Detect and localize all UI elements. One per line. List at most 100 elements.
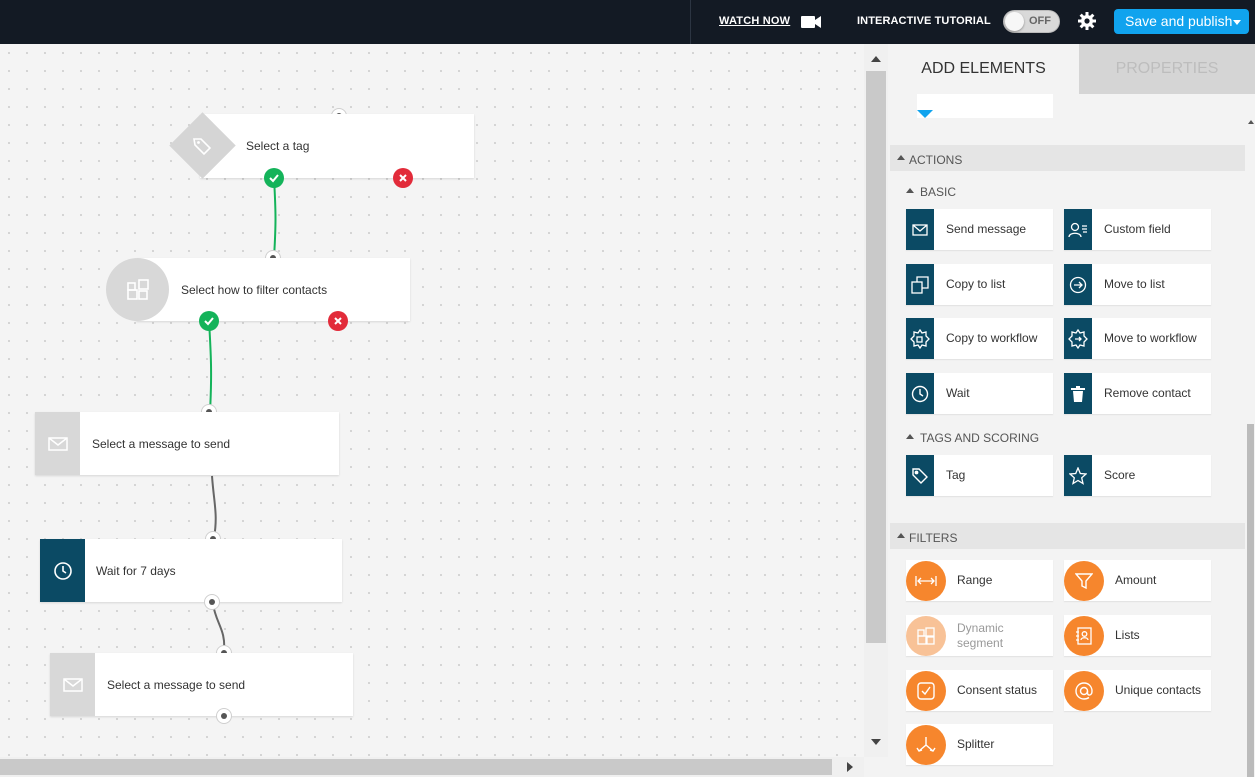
fail-x-icon[interactable] (393, 168, 413, 188)
watch-now-link[interactable]: WATCH NOW (719, 15, 790, 27)
item-label: Amount (1115, 573, 1157, 587)
item-range[interactable]: Range (906, 560, 1053, 601)
toggle-state-label: OFF (1029, 15, 1051, 27)
canvas-horizontal-scrollbar[interactable] (0, 757, 864, 777)
publish-label: Save and publish (1125, 13, 1233, 29)
connector-tag-filter (273, 177, 277, 259)
panel-tabs: ADD ELEMENTS PROPERTIES (888, 44, 1255, 94)
at-sign-icon (1064, 671, 1104, 711)
topbar-divider (690, 0, 691, 44)
item-label: Wait (946, 386, 970, 400)
item-label: Send message (946, 222, 1027, 236)
item-send-message[interactable]: Send message (906, 209, 1053, 250)
connector-filter-message (208, 320, 213, 413)
item-label: Unique contacts (1115, 683, 1202, 697)
item-unique-contacts[interactable]: Unique contacts (1064, 670, 1211, 711)
user-field-icon (1064, 209, 1092, 250)
item-label: Move to list (1104, 277, 1165, 291)
star-icon (1064, 455, 1092, 496)
panel-scrollbar-thumb[interactable] (1247, 424, 1254, 777)
item-label: Range (957, 573, 993, 587)
item-remove-contact[interactable]: Remove contact (1064, 373, 1211, 414)
workflow-gear-icon (1064, 318, 1092, 359)
item-label: Copy to workflow (946, 331, 1038, 345)
item-tag[interactable]: Tag (906, 455, 1053, 496)
section-actions[interactable]: ACTIONS (890, 145, 1245, 171)
node-label: Wait for 7 days (96, 563, 176, 578)
wait-node[interactable]: Wait for 7 days (40, 539, 342, 602)
collapse-triangle-icon[interactable] (906, 434, 914, 439)
tag-condition-node[interactable]: Select a tag (200, 114, 474, 178)
tag-icon (906, 455, 934, 496)
section-title: ACTIONS (909, 153, 963, 167)
collapse-triangle-icon[interactable] (906, 188, 914, 193)
item-label: Custom field (1104, 222, 1171, 236)
trash-icon (1064, 373, 1092, 414)
success-check-icon[interactable] (199, 311, 219, 331)
item-wait[interactable]: Wait (906, 373, 1053, 414)
item-label: Score (1104, 468, 1136, 482)
chevron-down-icon[interactable] (1233, 20, 1241, 25)
scroll-up-arrow[interactable] (871, 56, 881, 62)
node-output-port[interactable] (216, 708, 232, 724)
node-output-port[interactable] (204, 594, 220, 610)
save-and-publish-button[interactable]: Save and publish (1114, 9, 1249, 34)
item-label: Remove contact (1104, 386, 1191, 400)
item-copy-to-list[interactable]: Copy to list (906, 264, 1053, 305)
collapse-triangle-icon[interactable] (897, 155, 905, 160)
section-title: FILTERS (909, 531, 958, 545)
envelope-icon (50, 653, 95, 716)
subsection-tags-scoring[interactable]: TAGS AND SCORING (906, 431, 1039, 445)
item-move-to-list[interactable]: Move to list (1064, 264, 1211, 305)
range-icon (906, 561, 946, 601)
pointer-icon (917, 110, 933, 118)
item-score[interactable]: Score (1064, 455, 1211, 496)
video-camera-icon[interactable] (800, 14, 822, 33)
scroll-down-arrow[interactable] (871, 739, 881, 745)
panel-scroll-up-arrow[interactable] (1248, 120, 1254, 124)
workflow-canvas[interactable]: Select a tag Select how to filter contac… (0, 44, 864, 757)
copy-icon (906, 264, 934, 305)
success-check-icon[interactable] (264, 168, 284, 188)
tutorial-toggle[interactable]: OFF (1003, 10, 1060, 33)
item-splitter[interactable]: Splitter (906, 724, 1053, 765)
scroll-right-arrow[interactable] (847, 762, 853, 772)
item-label: Dynamic segment (957, 620, 1004, 650)
collapse-triangle-icon[interactable] (897, 533, 905, 538)
item-consent-status[interactable]: Consent status (906, 670, 1053, 711)
toggle-knob (1005, 12, 1024, 31)
filter-contacts-node[interactable]: Select how to filter contacts (136, 258, 410, 321)
subsection-title: TAGS AND SCORING (920, 431, 1040, 445)
checkbox-icon (906, 671, 946, 711)
connector-message-wait (211, 475, 217, 539)
send-message-node[interactable]: Select a message to send (35, 412, 339, 475)
clock-icon (906, 373, 934, 414)
subsection-basic[interactable]: BASIC (906, 185, 956, 199)
tab-properties[interactable]: PROPERTIES (1079, 44, 1255, 94)
item-custom-field[interactable]: Custom field (1064, 209, 1211, 250)
canvas-vertical-scrollbar[interactable] (864, 44, 888, 757)
item-amount[interactable]: Amount (1064, 560, 1211, 601)
filter-icon (106, 258, 169, 321)
node-label: Select a message to send (92, 436, 231, 451)
item-label: Tag (946, 468, 966, 482)
node-label: Select a message to send (107, 677, 246, 692)
section-filters[interactable]: FILTERS (890, 523, 1245, 549)
split-arrows-icon (906, 725, 946, 765)
contact-book-icon (1064, 616, 1104, 656)
elements-panel: ADD ELEMENTS PROPERTIES ACTIONS BASIC Se… (888, 44, 1255, 777)
send-message-node-2[interactable]: Select a message to send (50, 653, 353, 716)
tab-add-elements[interactable]: ADD ELEMENTS (888, 44, 1079, 94)
item-label: Move to workflow (1104, 331, 1197, 345)
funnel-icon (1064, 561, 1104, 601)
item-label: Copy to list (946, 277, 1006, 291)
item-copy-to-workflow[interactable]: Copy to workflow (906, 318, 1053, 359)
gear-icon[interactable] (1077, 11, 1097, 34)
scrollbar-thumb[interactable] (866, 71, 886, 643)
item-move-to-workflow[interactable]: Move to workflow (1064, 318, 1211, 359)
item-lists[interactable]: Lists (1064, 615, 1211, 656)
fail-x-icon[interactable] (328, 311, 348, 331)
top-bar: WATCH NOW INTERACTIVE TUTORIAL OFF Save … (0, 0, 1255, 44)
scrollbar-thumb[interactable] (0, 759, 832, 775)
arrow-circle-icon (1064, 264, 1092, 305)
